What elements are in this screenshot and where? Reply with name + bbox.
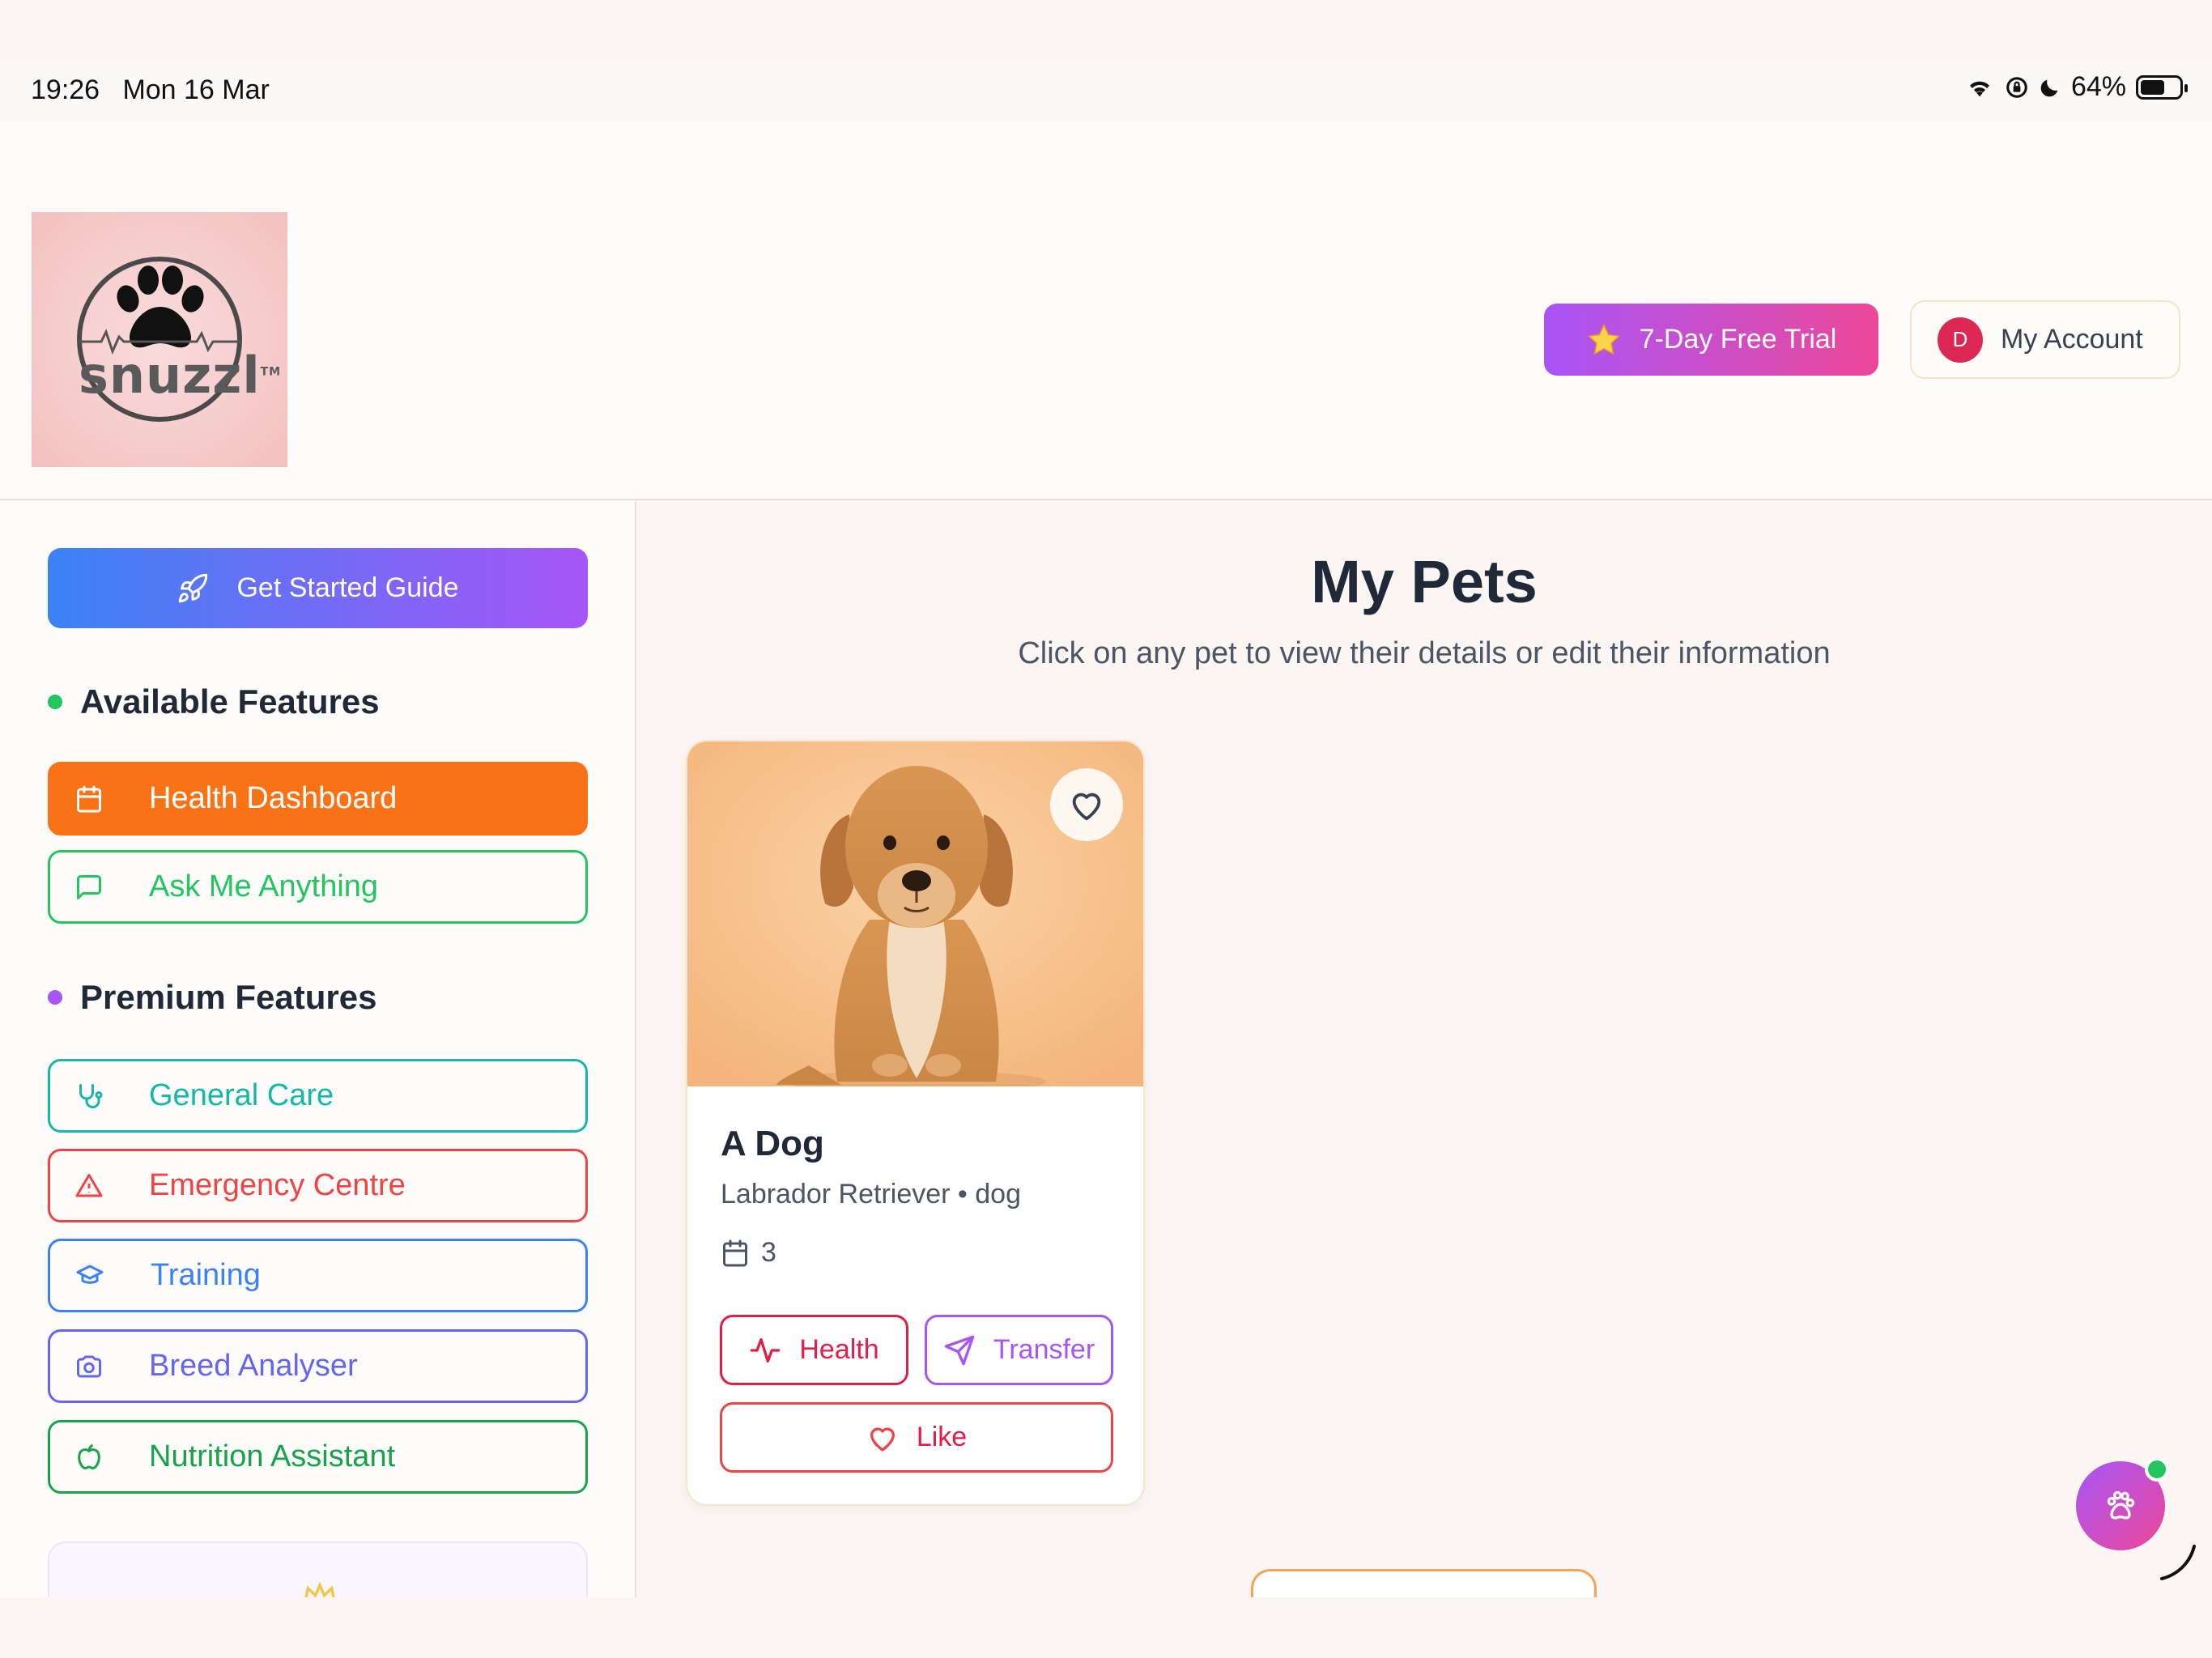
menu-general-care[interactable]: General Care: [48, 1059, 588, 1133]
heart-icon: [870, 1427, 895, 1452]
message-icon: [77, 874, 101, 899]
favorite-button[interactable]: [1050, 768, 1123, 841]
snuzzl-logo[interactable]: snuzzlTM: [32, 212, 287, 467]
activity-icon: [751, 1337, 781, 1363]
status-time-date: 19:26 Mon 16 Mar: [31, 74, 270, 106]
pet-age-value: 3: [761, 1237, 776, 1268]
free-trial-label: 7-Day Free Trial: [1639, 324, 1837, 355]
like-button-label: Like: [916, 1422, 968, 1452]
pet-photo: [687, 742, 1143, 1086]
health-button-label: Health: [799, 1334, 879, 1365]
my-account-button[interactable]: D My Account: [1910, 300, 2180, 379]
pet-age: 3: [721, 1237, 776, 1269]
available-features-title: Available Features: [80, 682, 380, 721]
transfer-button-label: Transfer: [993, 1334, 1095, 1365]
menu-breed-analyser-label: Breed Analyser: [149, 1349, 358, 1383]
battery-percent: 64%: [2070, 71, 2126, 102]
pet-breed: Labrador Retriever • dog: [721, 1179, 1021, 1209]
logo-wordmark: snuzzlTM: [79, 346, 282, 405]
graduation-cap-icon: [76, 1265, 104, 1284]
rocket-icon: [179, 573, 208, 602]
paw-icon: [2107, 1490, 2135, 1520]
menu-nutrition-assistant-label: Nutrition Assistant: [149, 1439, 396, 1473]
like-button[interactable]: Like: [720, 1402, 1113, 1473]
premium-features-heading: Premium Features: [48, 978, 376, 1017]
bottom-safe-area: [0, 1597, 2212, 1658]
star-icon: [1587, 323, 1620, 355]
page-subtitle: Click on any pet to view their details o…: [1018, 636, 1831, 670]
pet-card[interactable]: A Dog Labrador Retriever • dog 3 Health …: [686, 740, 1145, 1506]
online-indicator: [2145, 1457, 2169, 1482]
green-dot: [48, 695, 62, 709]
menu-health-dashboard[interactable]: Health Dashboard: [48, 762, 588, 835]
avatar: D: [1938, 317, 1983, 363]
menu-health-dashboard-label: Health Dashboard: [149, 781, 398, 815]
menu-breed-analyser[interactable]: Breed Analyser: [48, 1329, 588, 1403]
camera-icon: [77, 1355, 101, 1377]
available-features-heading: Available Features: [48, 682, 380, 721]
calendar-icon: [77, 785, 101, 812]
page-title: My Pets: [1311, 548, 1538, 615]
menu-ask-me-anything[interactable]: Ask Me Anything: [48, 850, 588, 924]
get-started-guide-button[interactable]: Get Started Guide: [48, 548, 588, 628]
battery-icon: [2136, 74, 2188, 100]
menu-training-label: Training: [151, 1258, 261, 1292]
menu-general-care-label: General Care: [149, 1078, 334, 1112]
menu-nutrition-assistant[interactable]: Nutrition Assistant: [48, 1420, 588, 1494]
calendar-icon: [723, 1239, 747, 1266]
menu-emergency-centre-label: Emergency Centre: [149, 1168, 406, 1202]
transfer-button[interactable]: Transfer: [925, 1315, 1113, 1385]
status-date: Mon 16 Mar: [122, 74, 270, 105]
status-time: 19:26: [31, 74, 100, 105]
stethoscope-icon: [79, 1083, 103, 1108]
status-indicators: 64%: [1964, 71, 2188, 103]
scroll-indicator-icon: [2160, 1545, 2196, 1580]
menu-emergency-centre[interactable]: Emergency Centre: [48, 1149, 588, 1222]
purple-dot: [48, 990, 62, 1005]
free-trial-button[interactable]: 7-Day Free Trial: [1544, 304, 1878, 376]
menu-ask-me-anything-label: Ask Me Anything: [149, 869, 379, 903]
get-started-guide-label: Get Started Guide: [236, 572, 459, 603]
app-header: [0, 121, 2212, 500]
pet-name: A Dog: [721, 1124, 824, 1163]
warning-icon: [75, 1173, 103, 1197]
send-icon: [944, 1335, 975, 1365]
apple-icon: [78, 1443, 100, 1469]
health-button[interactable]: Health: [720, 1315, 908, 1385]
premium-features-title: Premium Features: [80, 978, 377, 1016]
my-account-label: My Account: [2001, 324, 2143, 355]
status-bar: [0, 58, 2212, 121]
orientation-lock-icon: [2006, 76, 2027, 98]
moon-icon: [2040, 79, 2058, 96]
menu-training[interactable]: Training: [48, 1239, 588, 1312]
heart-icon: [1072, 793, 1101, 821]
wifi-icon: [1969, 81, 1989, 96]
